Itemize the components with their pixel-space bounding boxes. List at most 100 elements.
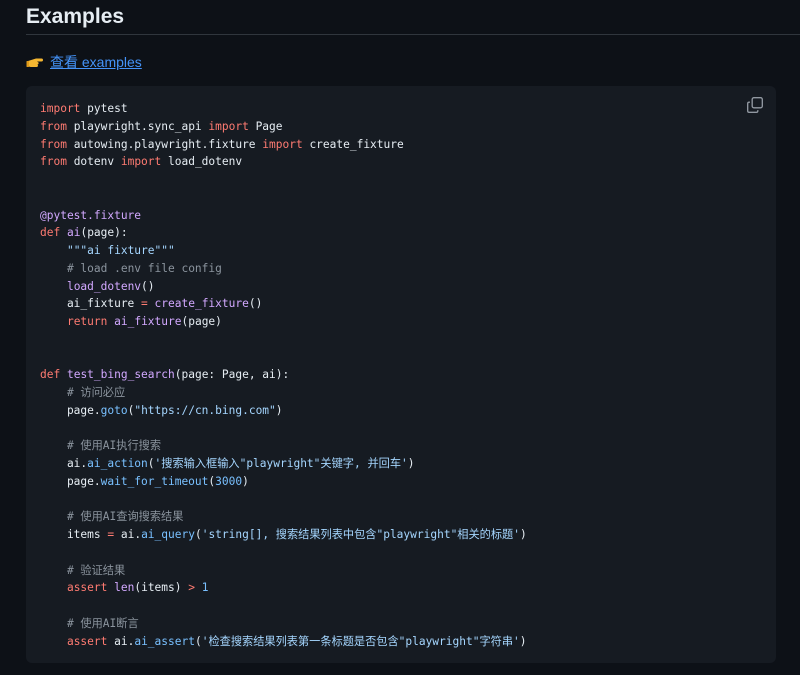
code-token: Page [248,119,283,133]
code-line: return ai_fixture(page) [40,313,527,331]
code-token: "https://cn.bing.com" [134,403,276,417]
code-token: from [40,155,67,169]
code-token: create_fixture [154,297,249,311]
code-token: assert [66,581,108,595]
code-line: from autowing.playwright.fixture import … [40,136,527,154]
copy-icon[interactable] [746,96,764,114]
code-token: import [40,102,81,115]
code-line: # 使用AI断言 [40,615,527,633]
code-token: # 访问必应 [66,386,126,399]
code-line: @pytest.fixture [40,207,527,225]
code-token: create_fixture [302,137,404,151]
code-token: ( [194,528,202,541]
code-line: # load .env file config [40,260,527,278]
code-line: page.wait_for_timeout(3000) [40,473,527,491]
code-token: ai_query [141,528,195,541]
code-line: # 使用AI执行搜索 [40,437,527,455]
code-token: ai. [114,528,142,541]
code-line: load_dotenv() [40,278,527,296]
examples-link-row: 查看 examples [26,52,142,72]
code-token: from [40,137,67,151]
code-token: ) [275,403,283,417]
code-token: @pytest.fixture [40,208,142,222]
code-token: ) [407,457,415,470]
code-token: assert [66,634,108,648]
code-token: import [262,137,303,151]
code-token: test_bing_search [66,368,175,382]
code-token: playwright.sync_api [66,119,209,133]
code-line: page.goto("https://cn.bing.com") [40,402,527,420]
code-token: 1 [201,581,209,595]
code-token: ai_fixture [40,297,142,311]
code-token: """ai fixture""" [66,244,175,257]
code-token: ai. [40,457,88,470]
code-token: '检查搜索结果列表第一条标题是否包含"playwright"字符串' [201,634,520,648]
code-token: page. [40,403,101,417]
code-token: # 使用AI查询搜索结果 [66,510,184,524]
code-token: pytest [80,102,128,115]
code-token: > [188,581,195,595]
code-token: ai_action [87,457,148,470]
code-token: ) [519,528,527,541]
code-token: # 使用AI执行搜索 [66,439,162,453]
code-token: (page) [181,315,222,328]
code-line: def test_bing_search(page: Page, ai): [40,366,527,384]
code-token: ) [242,474,249,488]
code-token: ai_fixture [114,315,182,328]
code-token: from [40,119,67,133]
code-line: ai_fixture = create_fixture() [40,295,527,313]
code-token: = [141,297,148,311]
code-line: from dotenv import load_dotenv [40,153,527,171]
code-token: import [208,119,249,133]
code-token: dotenv [66,155,121,169]
code-line: # 验证结果 [40,562,527,580]
code-token: load_dotenv [66,279,142,293]
code-token: () [141,279,155,293]
code-token: load_dotenv [161,155,243,169]
code-token: def [40,226,61,240]
code-token: () [248,297,263,311]
code-line: # 访问必应 [40,384,527,402]
view-examples-link[interactable]: 查看 examples [50,52,142,72]
code-token: (page: Page, ai): [174,368,290,382]
code-line: assert ai.ai_assert('检查搜索结果列表第一条标题是否包含"p… [40,633,527,651]
pointing-hand-icon [26,58,43,67]
code-token: 'string[], 搜索结果列表中包含"playwright"相关的标题' [201,528,520,541]
code-line: ai.ai_action('搜索输入框输入"playwright"关键字, 并回… [40,455,527,473]
code-token: (page): [80,226,128,240]
code-token: # 使用AI断言 [66,616,139,630]
code-token: ( [147,457,155,470]
code-line: # 使用AI查询搜索结果 [40,508,527,526]
heading-divider [26,34,800,35]
code-line: items = ai.ai_query('string[], 搜索结果列表中包含… [40,526,527,544]
code-token: items [40,528,108,541]
code-line: assert len(items) > 1 [40,579,527,597]
code-token: goto [100,403,128,417]
code-token: import [120,155,162,169]
code-token: ( [194,634,202,648]
code-token: ) [519,634,527,648]
code-token: # load .env file config [66,261,222,275]
code-token: '搜索输入框输入"playwright"关键字, 并回车' [154,457,408,470]
code-line: """ai fixture""" [40,242,527,260]
code-token: def [40,368,61,382]
section-heading: Examples [26,5,125,28]
